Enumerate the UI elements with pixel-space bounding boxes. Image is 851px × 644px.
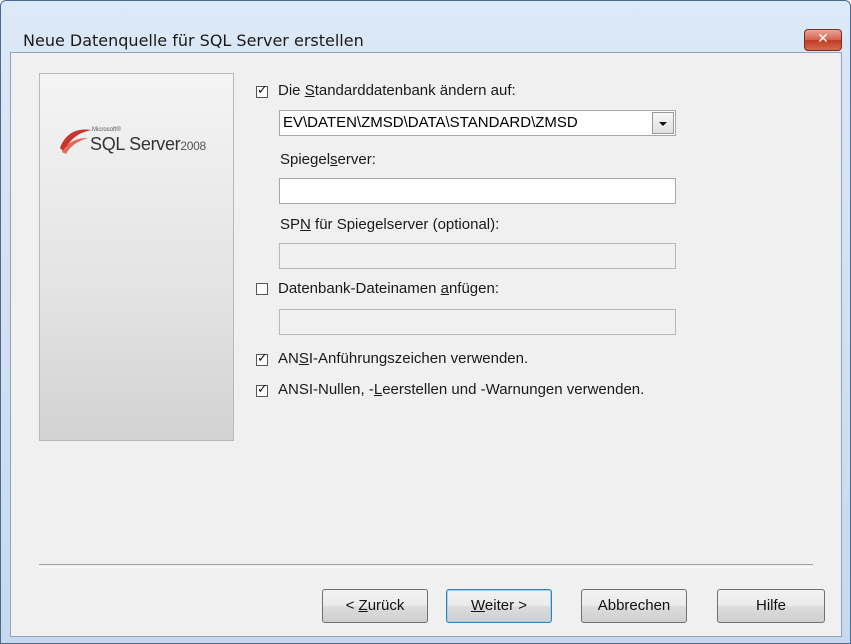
ansi-nulls-checkbox[interactable]: ✓ [256,382,268,397]
button-mnemonic: Z [358,597,368,614]
checkmark-icon: ✓ [257,382,268,397]
spn-label: SPN für Spiegelserver (optional): [280,216,499,233]
label-mnemonic: N [300,216,311,233]
dialog-window: Neue Datenquelle für SQL Server erstelle… [0,0,851,644]
label-text: ANSI-Nullen, - [278,381,374,398]
label-text: I-Anführungszeichen verwenden. [308,350,529,367]
label-mnemonic: L [373,381,383,398]
sql-server-logo-icon [60,129,92,154]
checkmark-icon: ✓ [257,351,268,366]
label-mnemonic: S [304,82,315,99]
sql-server-logo-panel: Microsoft® SQL Server2008 [39,73,234,441]
label-text: eerstellen und -Warnungen verwenden. [382,381,645,398]
checkmark-icon: ✓ [257,83,268,98]
logo-brand: Microsoft® [92,127,121,133]
cancel-button[interactable]: Abbrechen [581,589,687,623]
dialog-content: Microsoft® SQL Server2008 ✓ Die Standard… [10,52,842,637]
label-mnemonic: S [298,350,309,367]
logo-year: 2008 [180,139,206,153]
mirror-server-label: Spiegelserver: [280,151,376,168]
default-db-value: EV\DATEN\ZMSD\DATA\STANDARD\ZMSD [283,114,578,131]
ansi-nulls-label[interactable]: ANSI-Nullen, -Leerstellen und -Warnungen… [278,381,644,398]
label-text: für Spiegelserver (optional): [310,216,500,233]
label-text: nfügen: [448,280,499,297]
button-text: urück [367,597,405,614]
attach-db-checkbox[interactable] [256,283,268,295]
title-bar[interactable]: Neue Datenquelle für SQL Server erstelle… [1,1,850,51]
label-text: AN [278,350,299,367]
next-button[interactable]: Weiter > [446,589,552,623]
label-text: tandarddatenbank ändern auf: [314,82,516,99]
attach-db-label[interactable]: Datenbank-Dateinamen anfügen: [278,280,499,297]
mirror-server-input[interactable] [279,178,676,204]
spn-input [279,243,676,269]
label-mnemonic: s [330,151,338,168]
label-text: Spiegel [280,151,331,168]
dialog-title: Neue Datenquelle für SQL Server erstelle… [23,31,364,50]
chevron-down-icon[interactable] [652,112,674,134]
close-icon: ✕ [817,31,829,47]
default-db-combobox[interactable]: EV\DATEN\ZMSD\DATA\STANDARD\ZMSD [279,110,676,136]
attach-db-input [279,309,676,335]
change-default-db-label[interactable]: Die Standarddatenbank ändern auf: [278,82,516,99]
logo-product-name: SQL Server [90,134,181,154]
back-button[interactable]: < Zurück [322,589,428,623]
help-button[interactable]: Hilfe [717,589,825,623]
label-text: erver: [337,151,376,168]
change-default-db-checkbox[interactable]: ✓ [256,83,268,98]
ansi-quotes-checkbox[interactable]: ✓ [256,351,268,366]
close-button[interactable]: ✕ [804,29,842,51]
button-text: < [345,597,359,614]
label-text: Die [278,82,305,99]
label-text: Datenbank-Dateinamen [278,280,441,297]
label-mnemonic: a [440,280,449,297]
logo-product: SQL Server2008 [90,134,206,155]
footer-separator [39,564,813,568]
ansi-quotes-label[interactable]: ANSI-Anführungszeichen verwenden. [278,350,528,367]
label-text: SP [280,216,301,233]
button-mnemonic: W [471,597,485,614]
button-text: eiter > [484,597,527,614]
